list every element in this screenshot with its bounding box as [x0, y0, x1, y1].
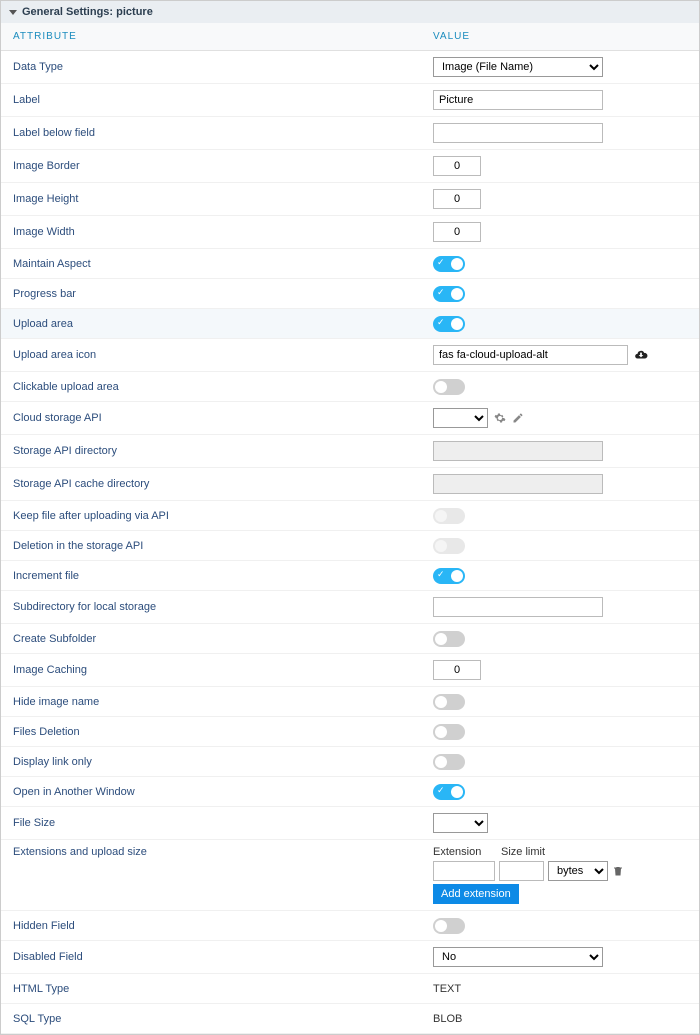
row-increment-file: Increment file ✓: [1, 561, 699, 591]
row-keep-file: Keep file after uploading via API: [1, 501, 699, 531]
files-deletion-toggle[interactable]: [433, 724, 465, 740]
row-hide-image-name: Hide image name: [1, 687, 699, 717]
col-attribute: ATTRIBUTE: [13, 31, 433, 42]
upload-area-icon-input[interactable]: [433, 345, 628, 365]
size-limit-label: Size limit: [501, 846, 551, 858]
create-subfolder-toggle[interactable]: [433, 631, 465, 647]
cloud-storage-select[interactable]: [433, 408, 488, 428]
image-width-input[interactable]: [433, 222, 481, 242]
row-sql-type: SQL Type BLOB: [1, 1004, 699, 1034]
row-hidden-field: Hidden Field: [1, 911, 699, 941]
row-display-link: Display link only: [1, 747, 699, 777]
row-html-type: HTML Type TEXT: [1, 974, 699, 1004]
row-image-width: Image Width: [1, 216, 699, 249]
row-data-type: Data Type Image (File Name): [1, 51, 699, 84]
hide-image-name-toggle[interactable]: [433, 694, 465, 710]
subdirectory-input[interactable]: [433, 597, 603, 617]
image-border-input[interactable]: [433, 156, 481, 176]
extension-label: Extension: [433, 846, 497, 858]
row-files-deletion: Files Deletion: [1, 717, 699, 747]
row-image-caching: Image Caching: [1, 654, 699, 687]
row-maintain-aspect: Maintain Aspect ✓: [1, 249, 699, 279]
disabled-field-select[interactable]: No: [433, 947, 603, 967]
row-storage-api-dir: Storage API directory: [1, 435, 699, 468]
storage-api-dir-input: [433, 441, 603, 461]
collapse-icon: [9, 10, 17, 15]
row-clickable-upload: Clickable upload area: [1, 372, 699, 402]
row-image-border: Image Border: [1, 150, 699, 183]
data-type-select[interactable]: Image (File Name): [433, 57, 603, 77]
deletion-api-toggle: [433, 538, 465, 554]
row-disabled-field: Disabled Field No: [1, 941, 699, 974]
label-input[interactable]: [433, 90, 603, 110]
size-limit-input[interactable]: [499, 861, 544, 881]
keep-file-toggle: [433, 508, 465, 524]
row-label-below: Label below field: [1, 117, 699, 150]
row-file-size: File Size: [1, 807, 699, 840]
image-height-input[interactable]: [433, 189, 481, 209]
column-header: ATTRIBUTE VALUE: [1, 23, 699, 51]
pencil-icon[interactable]: [512, 412, 524, 424]
size-unit-select[interactable]: bytes: [548, 861, 608, 881]
row-upload-area: Upload area ✓: [1, 309, 699, 339]
row-upload-area-icon: Upload area icon: [1, 339, 699, 372]
cloud-upload-icon[interactable]: [634, 348, 648, 362]
progress-bar-toggle[interactable]: ✓: [433, 286, 465, 302]
gear-icon[interactable]: [494, 412, 506, 424]
panel-header[interactable]: General Settings: picture: [1, 1, 699, 23]
clickable-upload-toggle[interactable]: [433, 379, 465, 395]
row-subdirectory: Subdirectory for local storage: [1, 591, 699, 624]
row-image-height: Image Height: [1, 183, 699, 216]
add-extension-button[interactable]: Add extension: [433, 884, 519, 904]
row-storage-api-cache: Storage API cache directory: [1, 468, 699, 501]
hidden-field-toggle[interactable]: [433, 918, 465, 934]
col-value: VALUE: [433, 31, 687, 42]
label-below-input[interactable]: [433, 123, 603, 143]
settings-panel: General Settings: picture ATTRIBUTE VALU…: [0, 0, 700, 1035]
html-type-value: TEXT: [433, 983, 461, 995]
row-progress-bar: Progress bar ✓: [1, 279, 699, 309]
image-caching-input[interactable]: [433, 660, 481, 680]
row-create-subfolder: Create Subfolder: [1, 624, 699, 654]
row-deletion-api: Deletion in the storage API: [1, 531, 699, 561]
extension-input[interactable]: [433, 861, 495, 881]
trash-icon[interactable]: [612, 865, 624, 877]
row-label: Label: [1, 84, 699, 117]
sql-type-value: BLOB: [433, 1013, 462, 1025]
maintain-aspect-toggle[interactable]: ✓: [433, 256, 465, 272]
row-open-another: Open in Another Window ✓: [1, 777, 699, 807]
file-size-select[interactable]: [433, 813, 488, 833]
upload-area-toggle[interactable]: ✓: [433, 316, 465, 332]
row-extensions: Extensions and upload size Extension Siz…: [1, 840, 699, 911]
panel-title: General Settings: picture: [22, 6, 153, 18]
storage-api-cache-input: [433, 474, 603, 494]
open-another-toggle[interactable]: ✓: [433, 784, 465, 800]
display-link-toggle[interactable]: [433, 754, 465, 770]
row-cloud-storage: Cloud storage API: [1, 402, 699, 435]
increment-file-toggle[interactable]: ✓: [433, 568, 465, 584]
